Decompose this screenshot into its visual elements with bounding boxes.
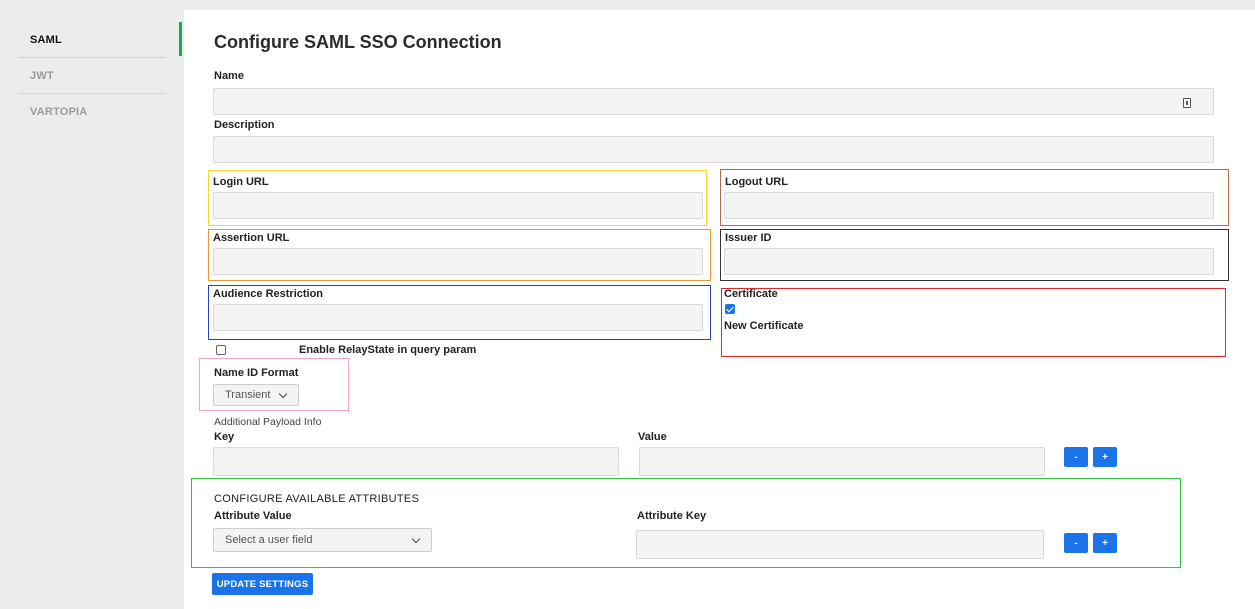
issuer-id-field[interactable] xyxy=(724,248,1214,275)
page-title: Configure SAML SSO Connection xyxy=(214,32,502,52)
relaystate-checkbox[interactable] xyxy=(216,345,226,355)
sidebar-item-saml[interactable]: SAML xyxy=(18,22,166,58)
audience-restriction-field[interactable] xyxy=(213,304,703,331)
name-id-format-label: Name ID Format xyxy=(214,367,299,379)
new-certificate-label: New Certificate xyxy=(724,320,804,332)
attribute-key-field[interactable] xyxy=(636,530,1044,559)
payload-value-field[interactable] xyxy=(639,447,1045,476)
main-panel: Configure SAML SSO Connection Name Descr… xyxy=(184,10,1255,609)
assertion-url-label: Assertion URL xyxy=(213,232,290,244)
attribute-value-select[interactable]: Select a user field xyxy=(213,528,432,552)
payload-add-button[interactable]: + xyxy=(1093,447,1117,467)
login-url-field[interactable] xyxy=(213,192,703,219)
contact-card-icon[interactable] xyxy=(1183,98,1191,108)
logout-url-field[interactable] xyxy=(724,192,1214,219)
attribute-add-button[interactable]: + xyxy=(1093,533,1117,553)
active-indicator xyxy=(179,22,182,56)
attributes-heading: CONFIGURE AVAILABLE ATTRIBUTES xyxy=(214,493,420,505)
additional-payload-label: Additional Payload Info xyxy=(214,416,322,428)
certificate-label: Certificate xyxy=(724,288,778,300)
description-field[interactable] xyxy=(213,136,1214,163)
sidebar: SAML JWT VARTOPIA xyxy=(18,22,166,129)
name-label: Name xyxy=(214,70,244,82)
update-settings-button[interactable]: UPDATE SETTINGS xyxy=(212,573,313,595)
issuer-id-label: Issuer ID xyxy=(725,232,772,244)
value-label: Value xyxy=(638,431,667,443)
attribute-remove-button[interactable]: - xyxy=(1064,533,1088,553)
assertion-url-field[interactable] xyxy=(213,248,703,275)
chevron-down-icon xyxy=(411,534,421,544)
login-url-label: Login URL xyxy=(213,176,269,188)
chevron-down-icon xyxy=(278,389,288,399)
attribute-value-label: Attribute Value xyxy=(214,510,292,522)
new-certificate-checkbox[interactable] xyxy=(725,304,735,314)
key-label: Key xyxy=(214,431,235,443)
sidebar-item-vartopia[interactable]: VARTOPIA xyxy=(18,94,166,129)
payload-remove-button[interactable]: - xyxy=(1064,447,1088,467)
name-field[interactable] xyxy=(213,88,1214,115)
name-id-format-value: Transient xyxy=(225,389,271,401)
name-id-format-select[interactable]: Transient xyxy=(213,384,299,406)
description-label: Description xyxy=(214,119,275,131)
attribute-key-label: Attribute Key xyxy=(637,510,707,522)
audience-restriction-label: Audience Restriction xyxy=(213,288,324,300)
attribute-value-placeholder: Select a user field xyxy=(225,534,313,546)
logout-url-label: Logout URL xyxy=(725,176,788,188)
relaystate-label: Enable RelayState in query param xyxy=(299,344,477,356)
payload-key-field[interactable] xyxy=(213,447,619,476)
sidebar-item-jwt[interactable]: JWT xyxy=(18,58,166,94)
